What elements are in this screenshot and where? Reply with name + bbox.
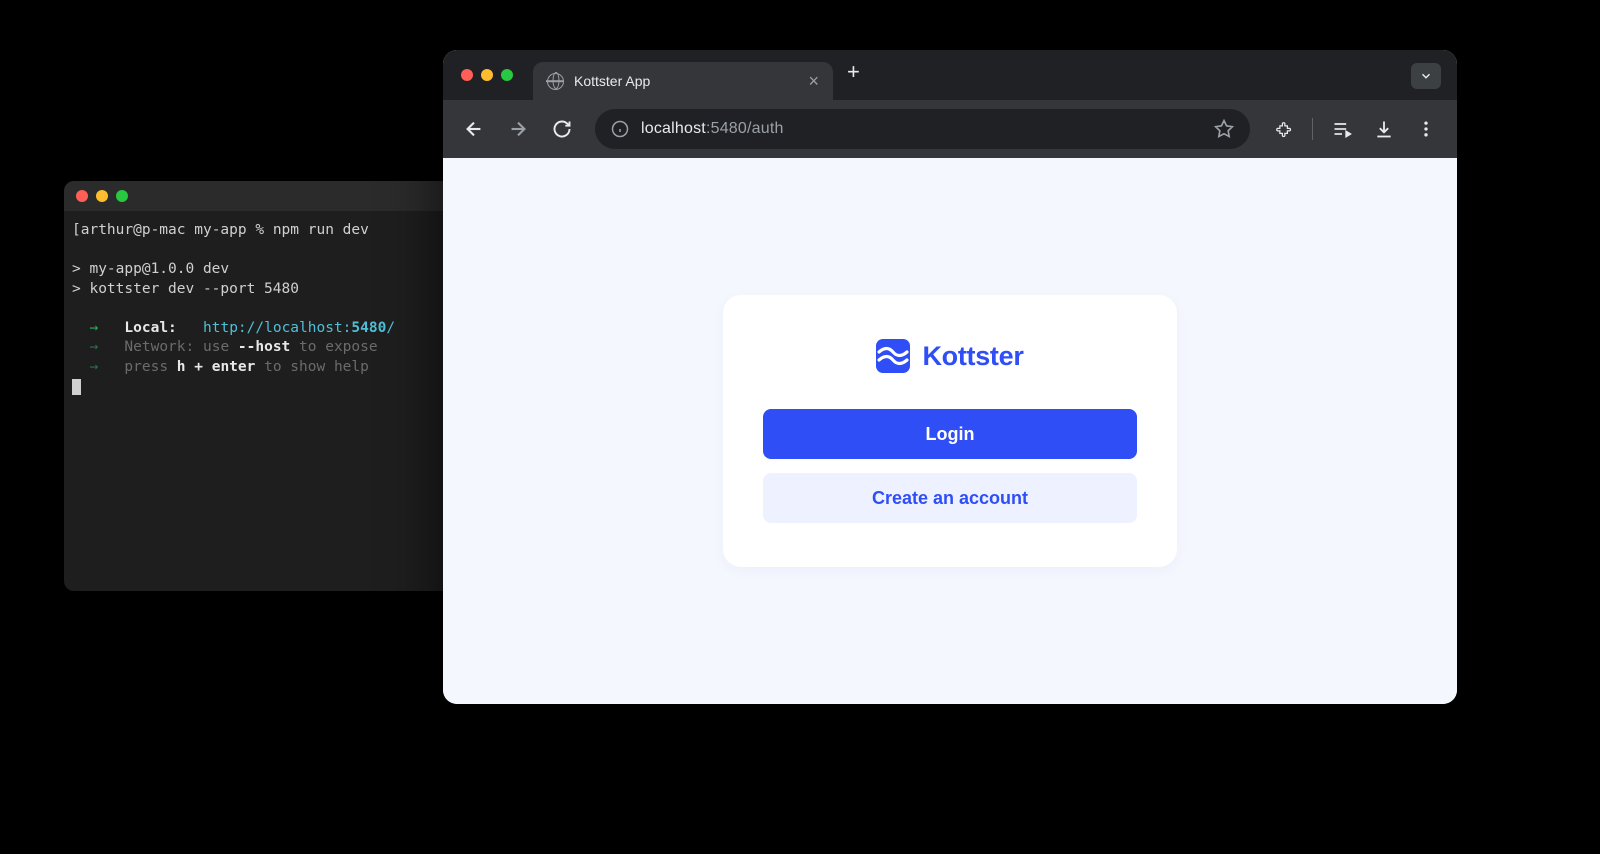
playlist-button[interactable] <box>1323 110 1361 148</box>
playlist-icon <box>1332 119 1352 139</box>
minimize-icon[interactable] <box>481 69 493 81</box>
browser-tab[interactable]: Kottster App × <box>533 62 833 100</box>
login-button[interactable]: Login <box>763 409 1137 459</box>
new-tab-button[interactable]: + <box>847 59 860 85</box>
terminal-cursor <box>72 379 81 395</box>
arrow-right-icon <box>507 118 529 140</box>
download-icon <box>1374 119 1394 139</box>
separator <box>1312 118 1313 140</box>
tab-title: Kottster App <box>574 73 798 89</box>
brand-name: Kottster <box>922 341 1023 372</box>
auth-card: Kottster Login Create an account <box>723 295 1177 567</box>
browser-toolbar: localhost:5480/auth <box>443 100 1457 158</box>
puzzle-icon <box>1273 119 1293 139</box>
close-tab-icon[interactable]: × <box>808 71 819 92</box>
browser-window: Kottster App × + localhost:5480/auth <box>443 50 1457 704</box>
url-text: localhost:5480/auth <box>641 120 784 138</box>
brand-logo-icon <box>876 339 910 373</box>
info-icon <box>611 120 629 138</box>
tab-search-button[interactable] <box>1411 63 1441 89</box>
back-button[interactable] <box>455 110 493 148</box>
arrow-left-icon <box>463 118 485 140</box>
maximize-icon[interactable] <box>501 69 513 81</box>
extensions-button[interactable] <box>1264 110 1302 148</box>
reload-icon <box>552 119 572 139</box>
reload-button[interactable] <box>543 110 581 148</box>
kebab-menu-icon <box>1416 119 1436 139</box>
close-icon[interactable] <box>461 69 473 81</box>
create-account-button[interactable]: Create an account <box>763 473 1137 523</box>
terminal-traffic-lights <box>76 190 128 202</box>
page-viewport: Kottster Login Create an account <box>443 158 1457 704</box>
close-icon[interactable] <box>76 190 88 202</box>
toolbar-right <box>1264 110 1445 148</box>
browser-tabstrip: Kottster App × + <box>443 50 1457 100</box>
star-icon[interactable] <box>1214 119 1234 139</box>
browser-traffic-lights <box>461 69 513 81</box>
downloads-button[interactable] <box>1365 110 1403 148</box>
brand: Kottster <box>763 339 1137 373</box>
forward-button[interactable] <box>499 110 537 148</box>
maximize-icon[interactable] <box>116 190 128 202</box>
chevron-down-icon <box>1419 69 1433 83</box>
menu-button[interactable] <box>1407 110 1445 148</box>
address-bar[interactable]: localhost:5480/auth <box>595 109 1250 149</box>
globe-icon <box>547 73 564 90</box>
minimize-icon[interactable] <box>96 190 108 202</box>
